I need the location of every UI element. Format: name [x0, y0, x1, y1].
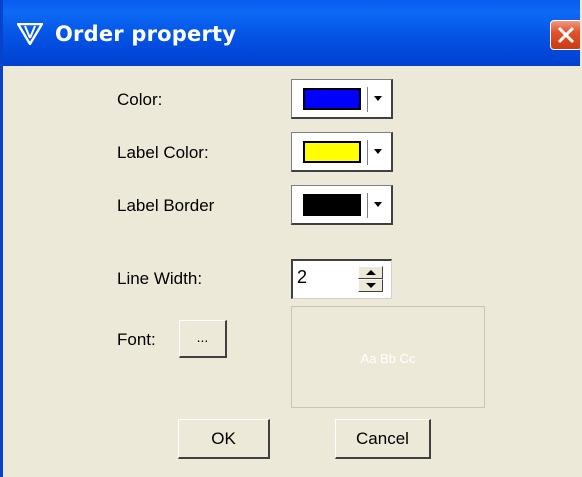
label-color-dropdown[interactable]: [291, 132, 393, 172]
chevron-down-icon[interactable]: [374, 149, 382, 154]
label-color-swatch: [303, 141, 361, 163]
v-triangle-icon: [17, 23, 43, 45]
font-preview-box: Aa Bb Cc: [291, 306, 485, 408]
dialog-window: Order property Color: Label Color: Label…: [0, 0, 582, 477]
window-title: Order property: [55, 22, 237, 46]
spin-down-button[interactable]: [358, 279, 383, 292]
arrow-down-icon: [366, 283, 376, 288]
chevron-down-icon[interactable]: [374, 202, 382, 207]
line-width-label: Line Width:: [117, 269, 203, 288]
label-border-dropdown[interactable]: [291, 185, 393, 225]
dropdown-separator: [367, 87, 368, 112]
label-border-label: Label Border: [117, 196, 215, 215]
font-preview-text: Aa Bb Cc: [360, 351, 416, 366]
label-color-label: Label Color:: [117, 143, 209, 162]
font-label: Font:: [117, 330, 156, 349]
line-width-value[interactable]: 2: [297, 267, 307, 288]
font-browse-button[interactable]: ...: [179, 320, 227, 358]
label-border-swatch: [303, 194, 361, 216]
color-swatch: [303, 88, 361, 110]
title-bar[interactable]: Order property: [3, 0, 580, 66]
arrow-up-icon: [366, 270, 376, 275]
cancel-button[interactable]: Cancel: [335, 419, 431, 459]
color-label: Color:: [117, 90, 163, 109]
spinner-buttons: [358, 266, 383, 292]
line-width-spinner[interactable]: 2: [291, 259, 392, 299]
close-button[interactable]: [550, 20, 580, 50]
ok-button[interactable]: OK: [178, 419, 270, 459]
chevron-down-icon[interactable]: [374, 96, 382, 101]
dropdown-separator: [367, 193, 368, 218]
close-x-icon: [557, 26, 575, 44]
color-dropdown[interactable]: [291, 79, 393, 119]
dropdown-separator: [367, 140, 368, 165]
spin-up-button[interactable]: [358, 266, 383, 279]
